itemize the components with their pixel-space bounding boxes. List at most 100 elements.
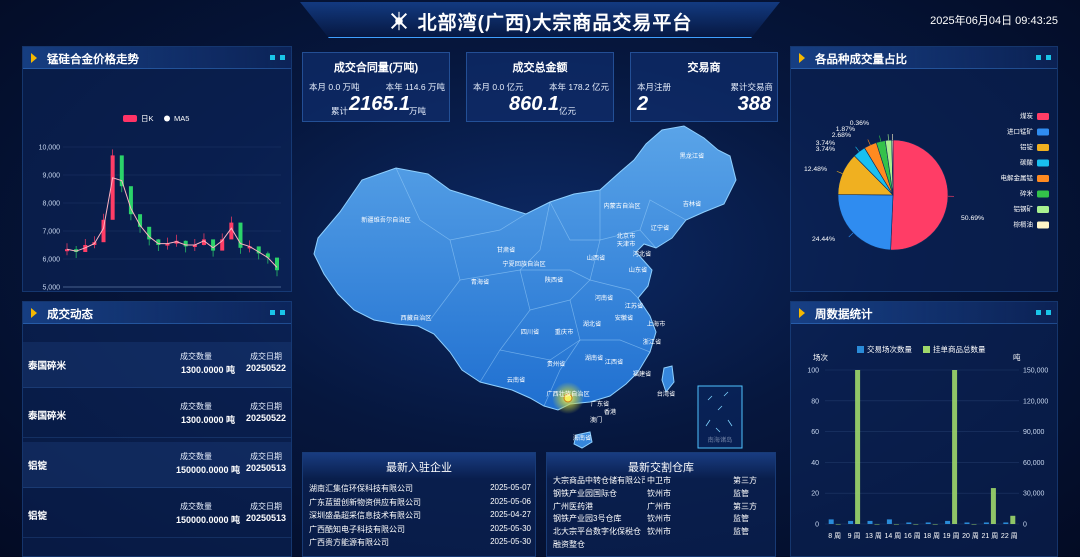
stat-contract-volume: 成交合同量(万吨) 本月 0.0 万吨 本年 114.6 万吨 累计 2165.… — [302, 52, 450, 122]
stat-unit: 亿元 — [559, 106, 577, 116]
deal-row[interactable]: 铝锭 成交数量 150000.0000 吨成交日期 20250513 — [23, 442, 291, 488]
pie-leader-line — [836, 170, 843, 174]
pie-legend-swatch — [1037, 221, 1049, 229]
warehouse-row[interactable]: 大宗商品中转仓储有限公司 中卫市 第三方 — [553, 475, 771, 488]
bar-volume[interactable] — [893, 524, 899, 525]
company-row[interactable]: 湖南汇集信环保科技有限公司 2025-05-07 — [309, 483, 531, 496]
map-label: 广东省 — [591, 400, 610, 408]
taiwan-island[interactable] — [661, 365, 675, 394]
company-row[interactable]: 深圳盛晶超采信息技术有限公司 2025-04-27 — [309, 510, 531, 523]
pie-label: 2.68% — [832, 132, 851, 139]
deal-row[interactable]: 铝锭 成交数量 150000.0000 吨成交日期 20250513 — [23, 492, 291, 538]
pie-legend-label: 碎米 — [1020, 189, 1034, 198]
warehouse-name: 大宗商品中转仓储有限公司 — [553, 476, 645, 485]
company-row[interactable]: 广东蓝盟创新物资供应有限公司 2025-05-06 — [309, 497, 531, 510]
bar-volume[interactable] — [1010, 515, 1016, 524]
stat-month: 本月注册 — [637, 82, 672, 92]
deals-list: 泰国碎米 成交数量 1300.0000 吨成交日期 20250522 泰国碎米 成交数量 1… — [23, 342, 291, 556]
bar-volume[interactable] — [971, 524, 977, 525]
map-label: 天津市 — [617, 240, 636, 248]
bar-volume[interactable] — [932, 524, 938, 525]
y-axis-title: 场次 — [813, 352, 828, 362]
deal-row[interactable]: 泰国碎米 成交数量 1300.0000 吨 成交日期 20250522 — [23, 342, 291, 388]
y-tick-label: 6,000 — [42, 257, 60, 264]
datetime: 2025年06月04日 09:43:25 — [930, 15, 1058, 27]
company-date: 2025-05-07 — [490, 483, 531, 492]
deal-qty-label: 成交数量 — [180, 502, 212, 511]
pie-label: 12.48% — [804, 166, 827, 173]
bar-sessions[interactable] — [983, 522, 989, 524]
deal-date: 20250513 — [245, 513, 287, 523]
header-dot-icon — [1046, 55, 1051, 60]
pie-label: 0.36% — [850, 120, 869, 127]
stat-title: 交易商 — [687, 62, 721, 74]
week-chart: 交易场次数量 挂单商品总数量场次 吨 100 150,000 80 120,000 60 90,… — [807, 344, 1048, 540]
x-tick-label: 22 周 — [1001, 532, 1018, 540]
page-title-text: 北部湾(广西)大宗商品交易平台 — [417, 13, 693, 34]
bar-sessions[interactable] — [925, 522, 931, 524]
company-name: 广西贵方能源有限公司 — [309, 538, 389, 547]
pie-label: 3.74% — [816, 140, 835, 147]
china-map[interactable]: 黑龙江省吉林省辽宁省 内蒙古自治区新疆维吾尔自治区甘肃省宁夏回族自治区 山西省 北京市… — [300, 120, 780, 450]
pie-slice[interactable] — [837, 194, 894, 251]
pie-legend-label: 电解金属锰 — [1001, 173, 1034, 182]
warehouses-list: 大宗商品中转仓储有限公司 中卫市 第三方 钢铁产业园国际仓 钦州市 监管 广州医药港 广州市第… — [547, 475, 777, 557]
bar-volume[interactable] — [952, 370, 958, 524]
warehouse-row[interactable]: 北大宗平台数字化保税仓 钦州市 监管 — [553, 526, 771, 539]
warehouse-name: 北大宗平台数字化保税仓 — [553, 527, 641, 537]
company-date: 2025-04-27 — [490, 510, 531, 519]
bar-volume[interactable] — [990, 488, 996, 524]
company-row[interactable]: 广西贵方能源有限公司 2025-05-30 — [309, 537, 531, 550]
panel-marker-icon — [31, 308, 37, 318]
week-panel: 周数据统计 交易场次数量 挂单商品总数量 场次 吨 100 150,000 80 120,00… — [790, 301, 1058, 557]
pie-leader-line — [879, 135, 882, 142]
y-tick-label: 100 — [807, 368, 819, 375]
map-label: 山东省 — [629, 266, 648, 274]
company-name: 广西酷知电子科技有限公司 — [309, 524, 405, 534]
warehouse-row[interactable]: 融资整仓 — [553, 539, 771, 552]
bar-sessions[interactable] — [848, 520, 854, 524]
bar-volume[interactable] — [835, 524, 841, 525]
warehouse-city: 钦州市 — [647, 527, 671, 537]
warehouse-name: 融资整仓 — [553, 540, 585, 549]
company-row[interactable]: 广西酷知电子科技有限公司 2025-05-30 — [309, 524, 531, 537]
bar-volume[interactable] — [874, 524, 880, 525]
header-dot-icon — [1046, 310, 1051, 315]
pie-legend-swatch — [1037, 175, 1049, 182]
warehouse-row[interactable]: 钢铁产业园国际仓 钦州市 监管 — [553, 488, 771, 501]
map-land[interactable] — [313, 125, 737, 411]
bar-sessions[interactable] — [1003, 522, 1009, 524]
bar-volume[interactable] — [855, 370, 861, 524]
legend-k: 日K — [141, 114, 154, 123]
company-name: 深圳盛晶超采信息技术有限公司 — [309, 511, 421, 520]
pie-legend-label: 棕榈油 — [1014, 220, 1034, 229]
y-tick-label: 80 — [811, 398, 819, 405]
bar-sessions[interactable] — [945, 520, 951, 524]
deal-row[interactable]: 泰国碎米 成交数量 1300.0000 吨 成交日期 20250522 — [23, 392, 291, 438]
warehouses-panel: 最新交割仓库 大宗商品中转仓储有限公司 中卫市 第三方 钢铁产业园国际仓 钦州市 监管 广州… — [546, 452, 776, 557]
y2-tick-label: 0 — [1023, 522, 1027, 529]
x-tick-label: 16 周 — [904, 532, 921, 540]
bar-volume[interactable] — [913, 524, 919, 525]
warehouse-row[interactable]: 钢铁产业园3号仓库 钦州市 监管 — [553, 513, 771, 526]
warehouse-name: 广州医药港 — [553, 501, 593, 511]
bar-sessions[interactable] — [867, 520, 873, 524]
pie-leader-line — [867, 139, 871, 146]
bar-sessions[interactable] — [828, 519, 834, 524]
map-label: 海南省 — [573, 434, 592, 442]
bar-sessions[interactable] — [906, 522, 912, 524]
stat-year: 本年 178.2 亿元 — [549, 82, 609, 92]
stat-month: 本月 0.0 万吨 — [309, 82, 360, 92]
map-label: 河南省 — [595, 294, 614, 302]
map-label: 湖南省 — [585, 354, 604, 362]
pie-legend-swatch — [1037, 206, 1049, 213]
panel-title: 锰硅合金价格走势 — [47, 54, 139, 66]
header-dot-icon — [270, 55, 275, 60]
bar-sessions[interactable] — [886, 519, 892, 524]
pie-slice[interactable] — [890, 139, 949, 251]
stat-total-amount: 成交总金额 本月 0.0 亿元 本年 178.2 亿元 860.1 亿元 — [466, 52, 614, 122]
y-tick-label: 9,000 — [42, 173, 60, 180]
company-date: 2025-05-30 — [490, 537, 531, 546]
bar-sessions[interactable] — [964, 522, 970, 524]
warehouse-row[interactable]: 广州医药港 广州市 第三方 — [553, 501, 771, 514]
